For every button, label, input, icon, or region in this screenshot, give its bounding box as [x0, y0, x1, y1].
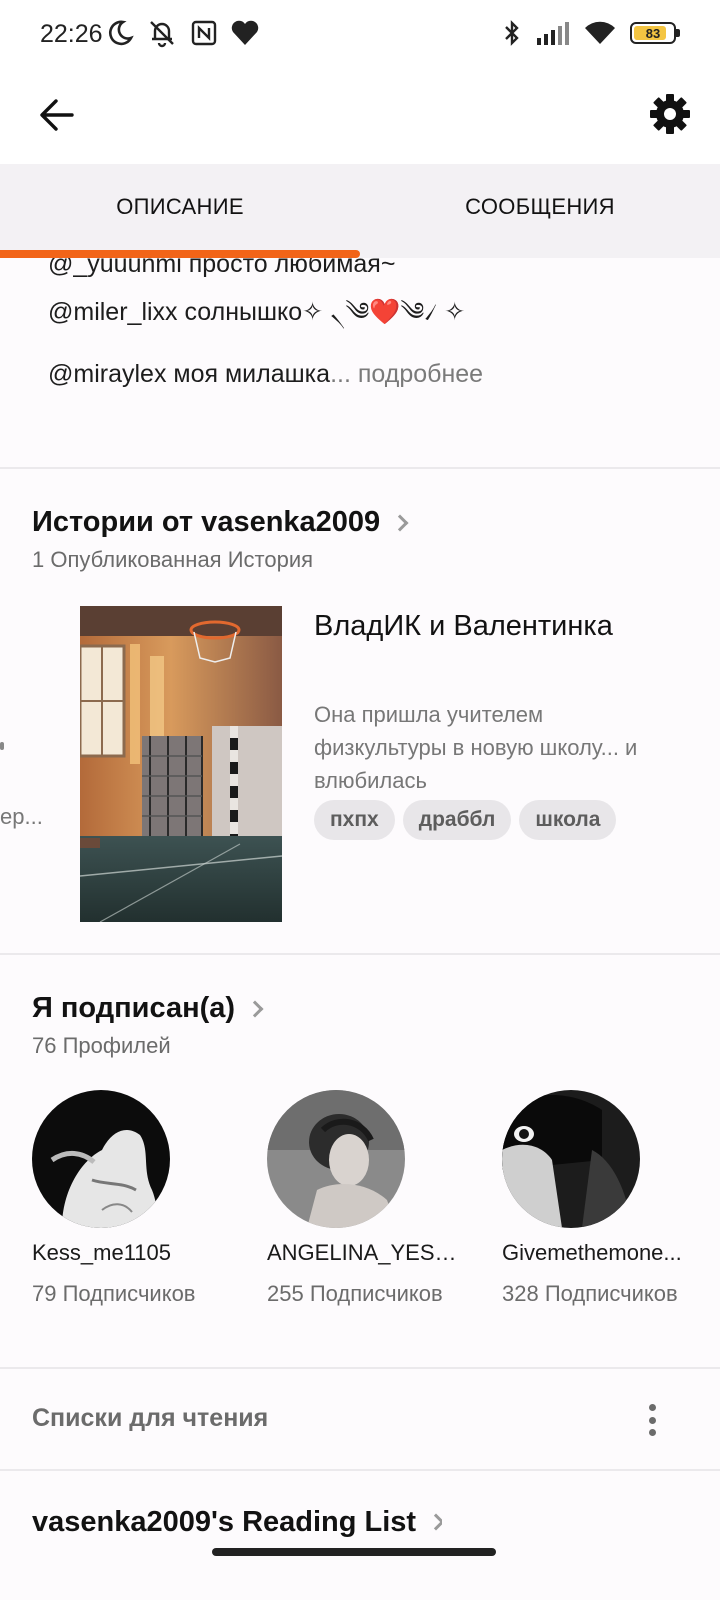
profile-name: ANGELINA_YESS... [267, 1240, 459, 1265]
reading-list-item[interactable]: vasenka2009's Reading List [32, 1506, 443, 1538]
reading-lists-label: Списки для чтения [32, 1404, 269, 1432]
chevron-right-icon [246, 1000, 264, 1017]
divider [0, 1367, 720, 1369]
stories-section-header[interactable]: Истории от vasenka2009 [32, 506, 409, 539]
following-section-header[interactable]: Я подписан(а) [32, 992, 264, 1025]
more-options-button[interactable] [640, 1400, 664, 1440]
gear-icon [650, 94, 690, 134]
kebab-dot [648, 1404, 656, 1411]
kebab-dot [648, 1429, 656, 1436]
bluetooth-icon [505, 20, 519, 46]
story-tag[interactable]: пхпх [314, 800, 395, 840]
avatar-photo [267, 1090, 405, 1228]
description-line: @miler_lixx солнышко✧ ৲༄❤️༄৴ ✧ [48, 298, 466, 326]
profile-followers: 255 Подписчиков [267, 1281, 443, 1306]
moon-icon [108, 20, 134, 46]
back-button[interactable] [30, 88, 84, 142]
profile-followers: 328 Подписчиков [502, 1281, 678, 1306]
divider [0, 953, 720, 955]
stories-count: 1 Опубликованная История [32, 547, 314, 572]
avatar[interactable] [32, 1090, 170, 1228]
muted-bell-icon [150, 21, 174, 48]
heart-icon [231, 20, 259, 45]
nfc-icon [191, 20, 217, 46]
status-left-icons [106, 18, 260, 48]
story-title[interactable]: ВладИК и Валентинка [314, 610, 613, 643]
story-tags: пхпх драббл школа [314, 800, 617, 840]
status-right-icons: 83 [502, 18, 680, 48]
profile-name: Kess_me1105 [32, 1240, 172, 1265]
profile-description: @_yuuunmi просто любимая~ @miler_lixx со… [48, 248, 688, 402]
home-indicator[interactable] [212, 1548, 496, 1556]
story-description: Она пришла учителем физкультуры в новую … [314, 702, 638, 793]
description-ellipsis: ... [330, 360, 351, 388]
battery-tip [676, 29, 680, 37]
signal-icon [537, 22, 569, 45]
previous-card-edge [0, 742, 4, 750]
following-count: 76 Профилей [32, 1033, 171, 1058]
description-text: @miraylex моя милашка [48, 360, 331, 388]
battery-percent: 83 [645, 25, 661, 41]
status-bar: 22:26 83 [0, 0, 720, 68]
kebab-dot [648, 1416, 656, 1424]
gym-photo [80, 606, 282, 922]
followed-profile[interactable]: Givemethemone... 328 Подписчиков [502, 1090, 712, 1308]
divider [0, 467, 720, 469]
settings-button[interactable] [642, 86, 698, 142]
story-cover-image[interactable] [80, 606, 282, 922]
avatar[interactable] [502, 1090, 640, 1228]
profile-tabs: ОПИСАНИЕ СООБЩЕНИЯ [0, 164, 720, 258]
following-title: Я подписан(а) [32, 992, 236, 1024]
avatar-photo [502, 1090, 640, 1228]
stories-title: Истории от vasenka2009 [32, 506, 381, 538]
followed-profile[interactable]: Kess_me1105 79 Подписчиков [32, 1090, 242, 1308]
wifi-icon [585, 21, 615, 44]
status-time: 22:26 [40, 20, 103, 48]
arrow-left-icon [40, 99, 74, 131]
tab-messages[interactable]: СООБЩЕНИЯ [360, 164, 720, 258]
chevron-right-icon [427, 1513, 443, 1531]
story-tag[interactable]: драббл [402, 800, 512, 840]
previous-card-text: ер... [0, 804, 43, 829]
tab-description[interactable]: ОПИСАНИЕ [0, 164, 360, 258]
read-more-link[interactable]: подробнее [351, 360, 483, 388]
followed-profile[interactable]: ANGELINA_YESS... 255 Подписчиков [267, 1090, 477, 1308]
profile-followers: 79 Подписчиков [32, 1281, 196, 1306]
battery-icon: 83 [630, 22, 680, 44]
avatar[interactable] [267, 1090, 405, 1228]
active-tab-indicator [0, 250, 360, 258]
story-tag[interactable]: школа [519, 800, 617, 840]
description-line: @miraylex моя милашка... подробнее [48, 354, 688, 402]
avatar-photo [32, 1090, 170, 1228]
top-app-bar [0, 68, 720, 164]
profile-name: Givemethemone... [502, 1240, 682, 1265]
divider [0, 1469, 720, 1471]
chevron-right-icon [391, 514, 409, 531]
reading-list-title: vasenka2009's Reading List [32, 1506, 417, 1538]
